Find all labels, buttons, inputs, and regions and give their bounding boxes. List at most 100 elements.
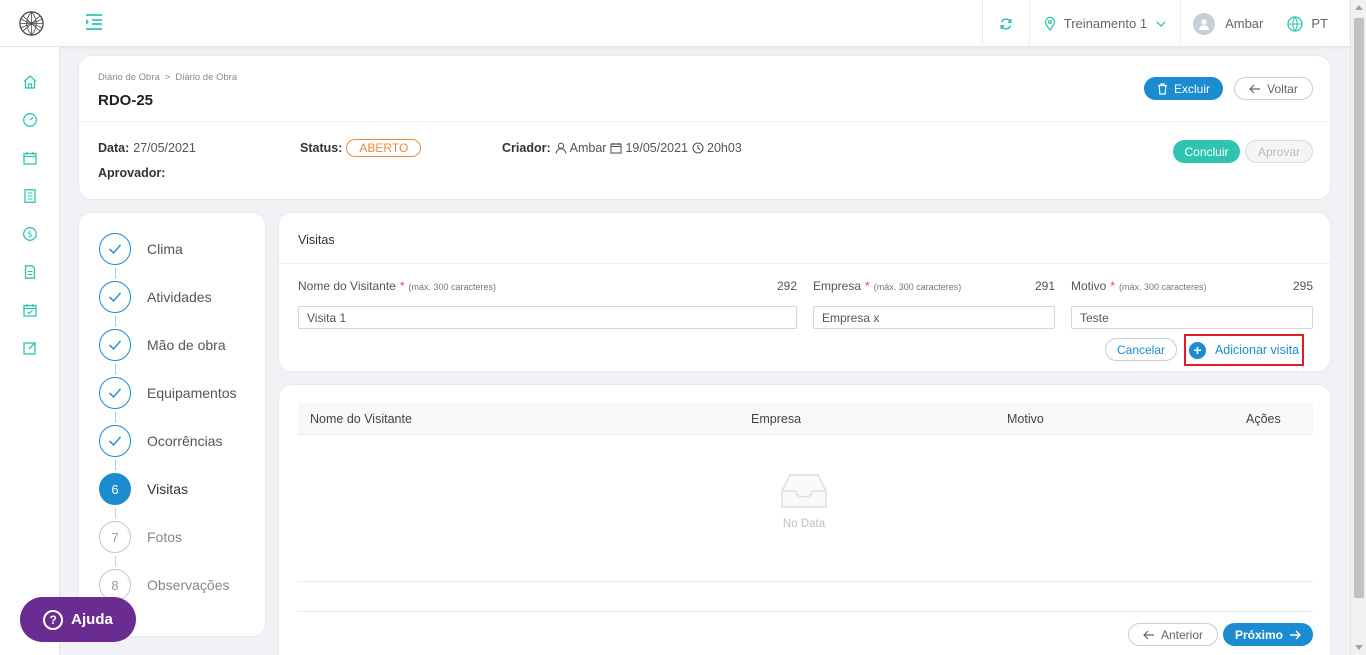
- user-icon: [1199, 18, 1210, 30]
- globe-icon: [1287, 15, 1304, 32]
- creator-label: Criador:: [502, 141, 551, 155]
- step-atividades[interactable]: Atividades: [99, 281, 259, 313]
- money-icon[interactable]: $: [22, 226, 38, 242]
- scroll-down-arrow-icon[interactable]: [1355, 645, 1363, 650]
- step-label: Ocorrências: [147, 433, 223, 449]
- status-badge: ABERTO: [346, 139, 422, 157]
- step-observacoes[interactable]: 8 Observações: [99, 569, 259, 601]
- trash-icon: [1157, 82, 1167, 95]
- step-connector: [115, 508, 116, 518]
- calendar-icon[interactable]: [22, 150, 38, 166]
- step-connector: [115, 268, 116, 278]
- step-number: 7: [99, 521, 131, 553]
- step-connector: [115, 460, 116, 470]
- step-connector: [115, 364, 116, 374]
- menu-toggle-icon[interactable]: [84, 12, 104, 32]
- arrow-right-icon: [1290, 630, 1301, 639]
- language-code: PT: [1311, 16, 1328, 31]
- field-label-text: Empresa: [813, 279, 862, 293]
- company-label: Empresa * (máx. 300 caracteres): [813, 279, 961, 293]
- field-label-text: Nome do Visitante: [298, 279, 396, 293]
- edit-icon[interactable]: [22, 340, 38, 356]
- creator-name: Ambar: [569, 141, 607, 155]
- user-name: Ambar: [1225, 16, 1264, 31]
- step-mao-de-obra[interactable]: Mão de obra: [99, 329, 259, 361]
- step-equipamentos[interactable]: Equipamentos: [99, 377, 259, 409]
- help-label: Ajuda: [71, 611, 113, 628]
- sync-icon: [1000, 17, 1012, 30]
- date-field: Data: 27/05/2021: [98, 141, 196, 155]
- step-label: Atividades: [147, 289, 212, 305]
- back-button[interactable]: Voltar: [1234, 77, 1313, 100]
- step-label: Equipamentos: [147, 385, 237, 401]
- user-menu[interactable]: Ambar: [1180, 0, 1273, 47]
- add-visit-label: Adicionar visita: [1214, 343, 1300, 357]
- project-selector[interactable]: Treinamento 1: [1028, 0, 1180, 47]
- step-label: Observações: [147, 577, 230, 593]
- approve-button[interactable]: Aprovar: [1245, 140, 1313, 163]
- approver-label: Aprovador:: [98, 166, 166, 180]
- sync-button[interactable]: [981, 0, 1029, 47]
- language-selector[interactable]: PT: [1273, 0, 1334, 47]
- step-connector: [115, 412, 116, 422]
- previous-button-label: Anterior: [1160, 627, 1204, 642]
- breadcrumb: Diário de Obra > Diário de Obra: [98, 72, 237, 83]
- step-fotos[interactable]: 7 Fotos: [99, 521, 259, 553]
- complete-button[interactable]: Concluir: [1173, 140, 1240, 163]
- date-label: Data:: [98, 141, 130, 155]
- top-bar: Treinamento 1 Ambar PT: [0, 0, 1350, 47]
- add-visit-button[interactable]: + Adicionar visita: [1184, 334, 1304, 366]
- scroll-thumb[interactable]: [1354, 18, 1364, 598]
- step-check-icon: [99, 425, 131, 457]
- reason-label: Motivo * (máx. 300 caracteres): [1071, 279, 1207, 293]
- previous-button[interactable]: Anterior: [1128, 623, 1218, 646]
- step-connector: [115, 556, 116, 566]
- delete-button[interactable]: Excluir: [1144, 77, 1223, 100]
- page-title: RDO-25: [98, 92, 154, 109]
- breadcrumb-item[interactable]: Diário de Obra: [98, 72, 160, 83]
- calendar-small-icon: [610, 143, 623, 154]
- next-button[interactable]: Próximo: [1223, 623, 1313, 646]
- step-label: Visitas: [147, 481, 188, 497]
- globe-logo-icon[interactable]: [18, 10, 45, 37]
- breadcrumb-separator: >: [164, 72, 171, 83]
- company-input[interactable]: [813, 306, 1055, 329]
- pagination-divider: [298, 611, 1313, 612]
- reason-char-count: 295: [1292, 279, 1313, 293]
- column-header-reason: Motivo: [1007, 412, 1044, 426]
- empty-state: No Data: [759, 471, 849, 530]
- back-button-label: Voltar: [1267, 81, 1298, 96]
- chevron-down-icon: [1156, 21, 1166, 27]
- step-connector: [115, 316, 116, 326]
- visits-table-card: Nome do Visitante Empresa Motivo Ações N…: [278, 384, 1331, 655]
- dashboard-gauge-icon[interactable]: [22, 112, 38, 128]
- project-name: Treinamento 1: [1063, 16, 1148, 31]
- step-visitas[interactable]: 6 Visitas: [99, 473, 259, 505]
- column-header-company: Empresa: [751, 412, 802, 426]
- document-list-icon[interactable]: [22, 188, 38, 204]
- cancel-button[interactable]: Cancelar: [1105, 338, 1177, 361]
- date-value: 27/05/2021: [133, 141, 196, 155]
- location-pin-icon: [1044, 16, 1055, 31]
- schedule-icon[interactable]: [22, 302, 38, 318]
- step-check-icon: [99, 329, 131, 361]
- scroll-up-arrow-icon[interactable]: [1355, 5, 1363, 10]
- home-icon[interactable]: [22, 74, 38, 90]
- step-ocorrencias[interactable]: Ocorrências: [99, 425, 259, 457]
- step-clima[interactable]: Clima: [99, 233, 259, 265]
- file-icon[interactable]: [22, 264, 38, 280]
- help-button[interactable]: ? Ajuda: [20, 597, 136, 642]
- delete-button-label: Excluir: [1173, 81, 1210, 96]
- header-divider: [79, 121, 1330, 122]
- visitor-name-input[interactable]: [298, 306, 797, 329]
- column-header-visitor: Nome do Visitante: [310, 412, 412, 426]
- scrollbar[interactable]: [1350, 0, 1366, 655]
- section-title: Visitas: [298, 233, 335, 247]
- arrow-left-icon: [1249, 84, 1261, 93]
- field-hint: (máx. 300 caracteres): [408, 282, 497, 292]
- reason-input[interactable]: [1071, 306, 1313, 329]
- user-outline-icon: [555, 142, 566, 154]
- created-date: 19/05/2021: [625, 141, 689, 155]
- breadcrumb-item[interactable]: Diário de Obra: [175, 72, 237, 83]
- next-button-label: Próximo: [1234, 627, 1283, 642]
